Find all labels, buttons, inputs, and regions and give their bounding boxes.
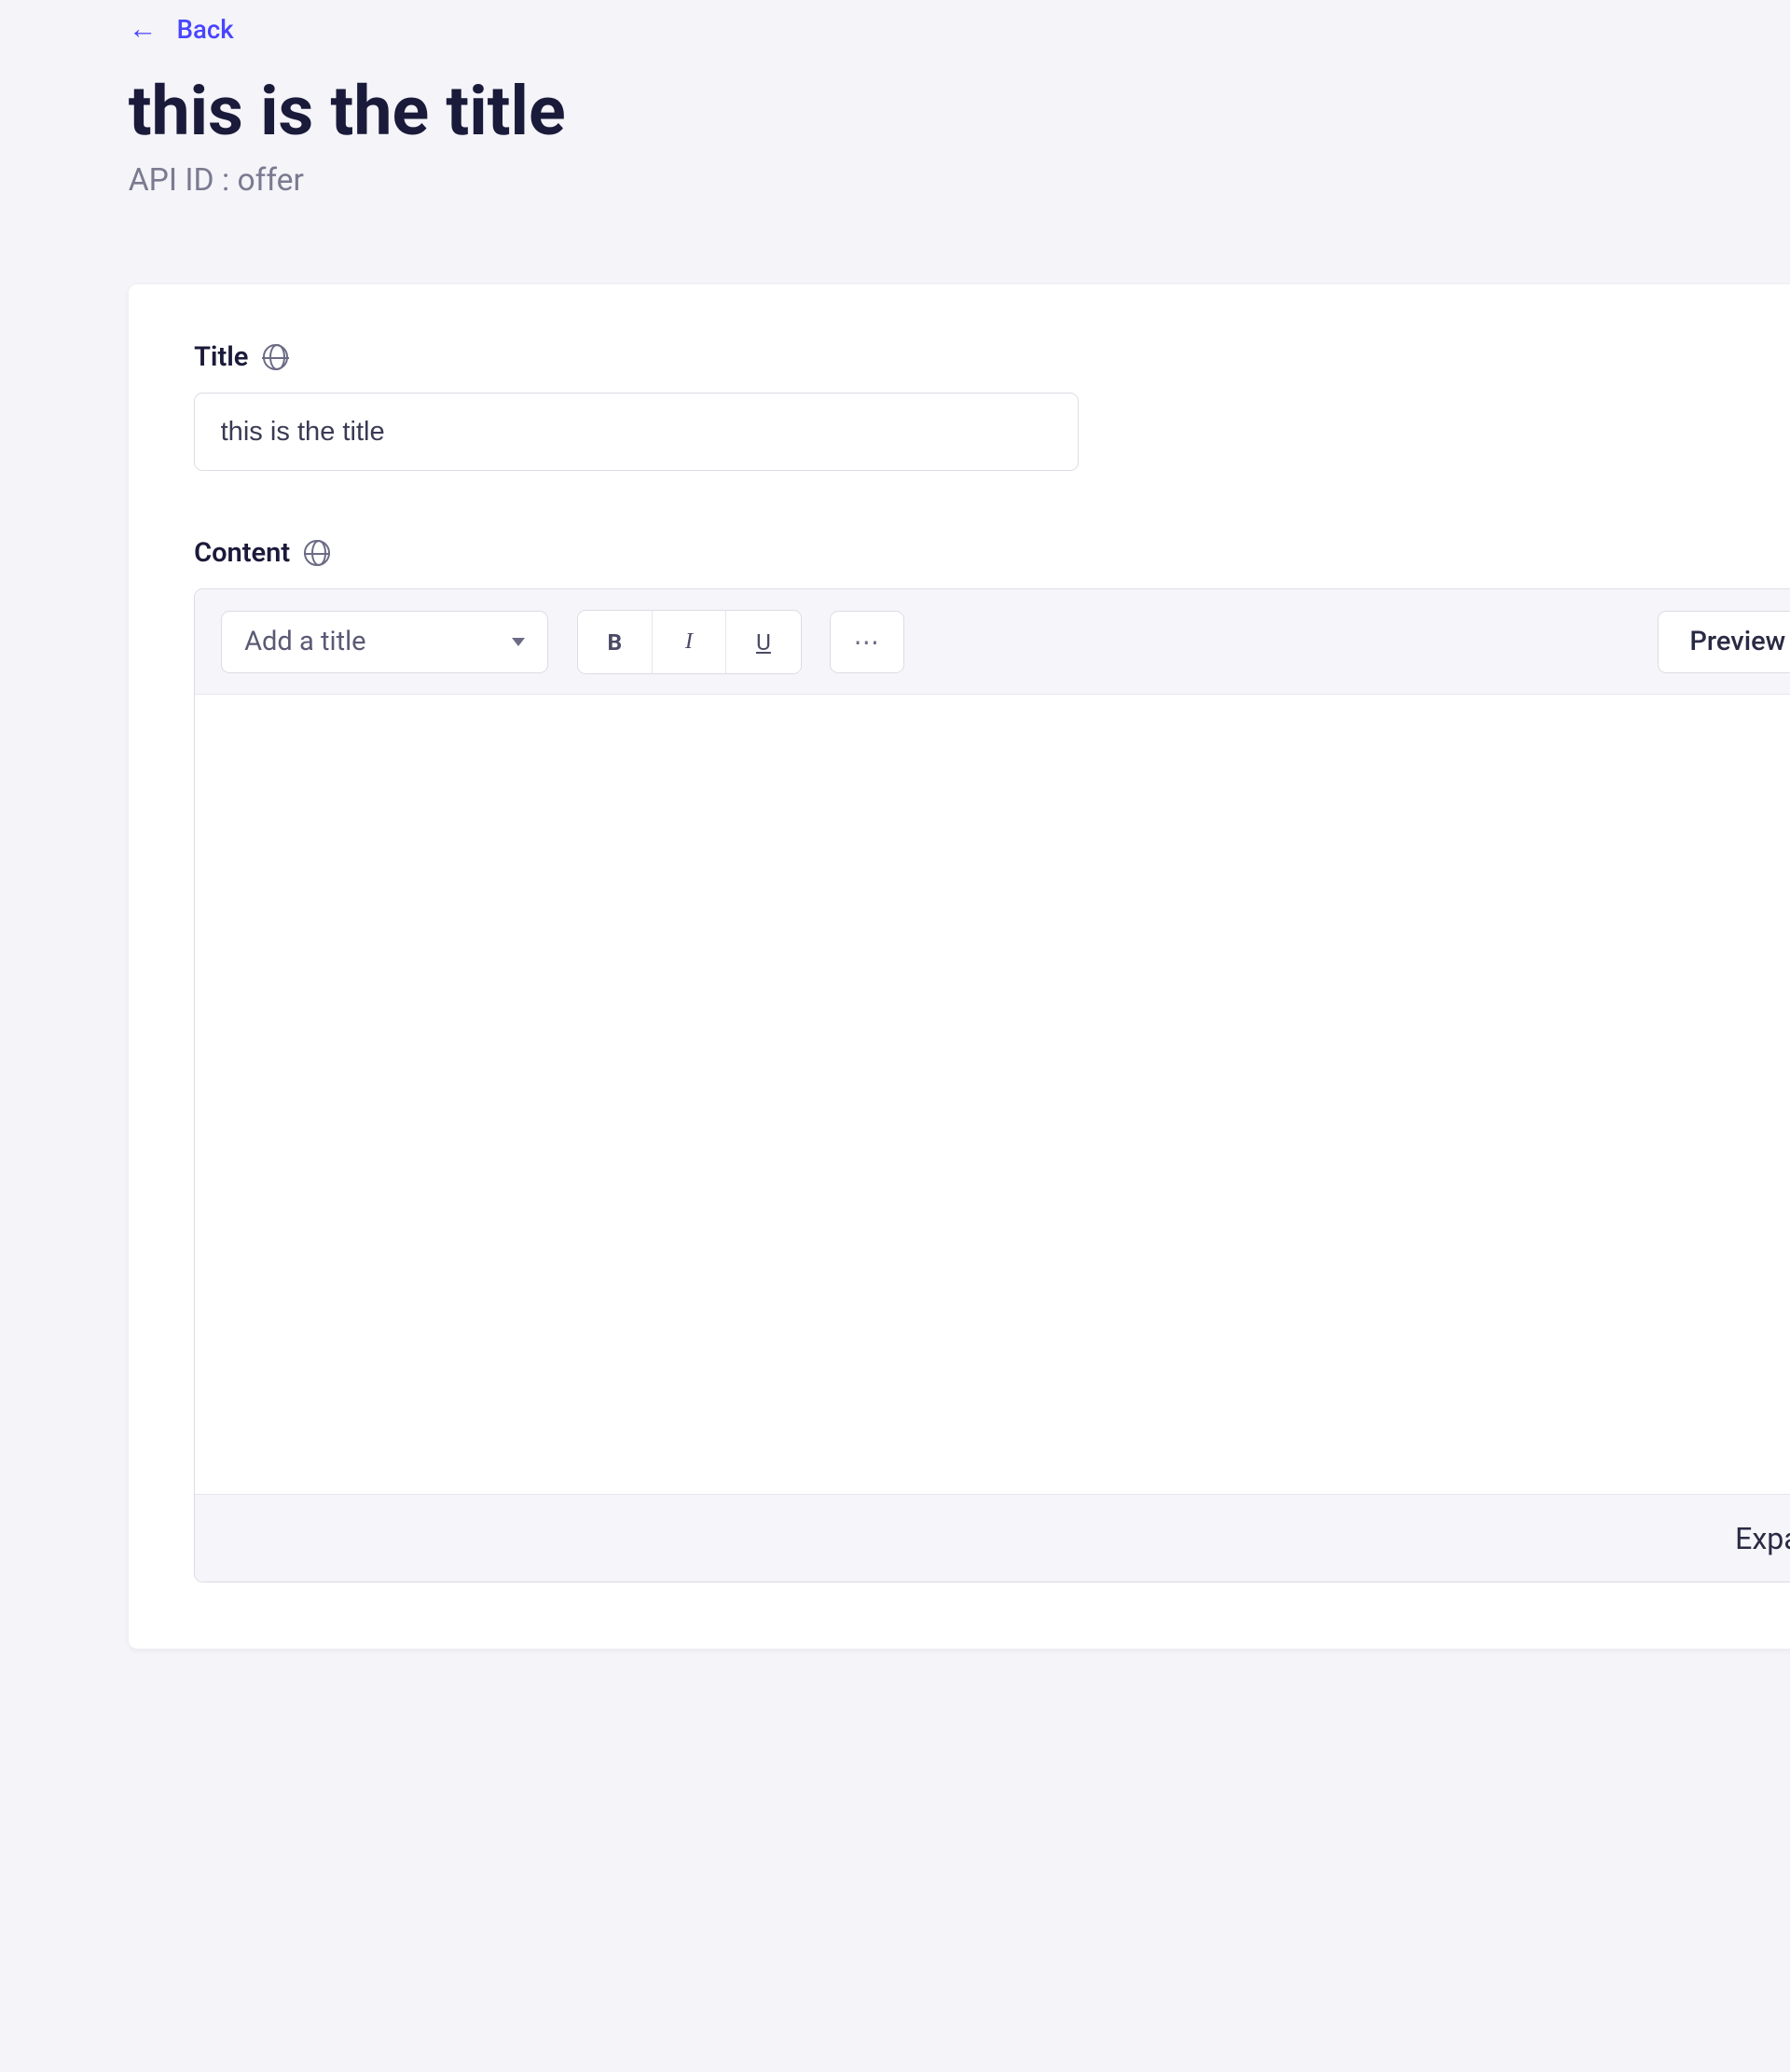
expand-label: Expand xyxy=(1735,1521,1790,1556)
heading-select-label: Add a title xyxy=(244,626,366,657)
more-options-button[interactable]: ⋯ xyxy=(830,611,904,673)
heading-select[interactable]: Add a title xyxy=(221,611,549,673)
editor-textarea[interactable] xyxy=(195,695,1790,1494)
back-link[interactable]: ← Back xyxy=(129,14,234,45)
content-card: Title Content Add a title xyxy=(129,284,1790,1649)
editor-toolbar: Add a title B I U ⋯ xyxy=(195,589,1790,695)
content-field-label: Content xyxy=(194,537,290,569)
chevron-down-icon xyxy=(512,638,525,646)
expand-button[interactable]: Expand xyxy=(195,1494,1790,1582)
italic-button[interactable]: I xyxy=(653,611,727,673)
ellipsis-icon: ⋯ xyxy=(854,627,881,657)
page-title: this is the title xyxy=(129,71,566,151)
rich-text-editor: Add a title B I U ⋯ xyxy=(194,588,1790,1582)
underline-button[interactable]: U xyxy=(726,611,801,673)
title-input[interactable] xyxy=(194,393,1079,471)
back-label: Back xyxy=(177,14,234,45)
preview-mode-button[interactable]: Preview mode xyxy=(1658,611,1790,673)
title-field-label: Title xyxy=(194,341,248,373)
globe-icon xyxy=(263,344,289,370)
api-id: API ID : offer xyxy=(129,162,566,199)
bold-button[interactable]: B xyxy=(578,611,653,673)
globe-icon xyxy=(304,540,330,566)
arrow-left-icon: ← xyxy=(129,16,158,45)
